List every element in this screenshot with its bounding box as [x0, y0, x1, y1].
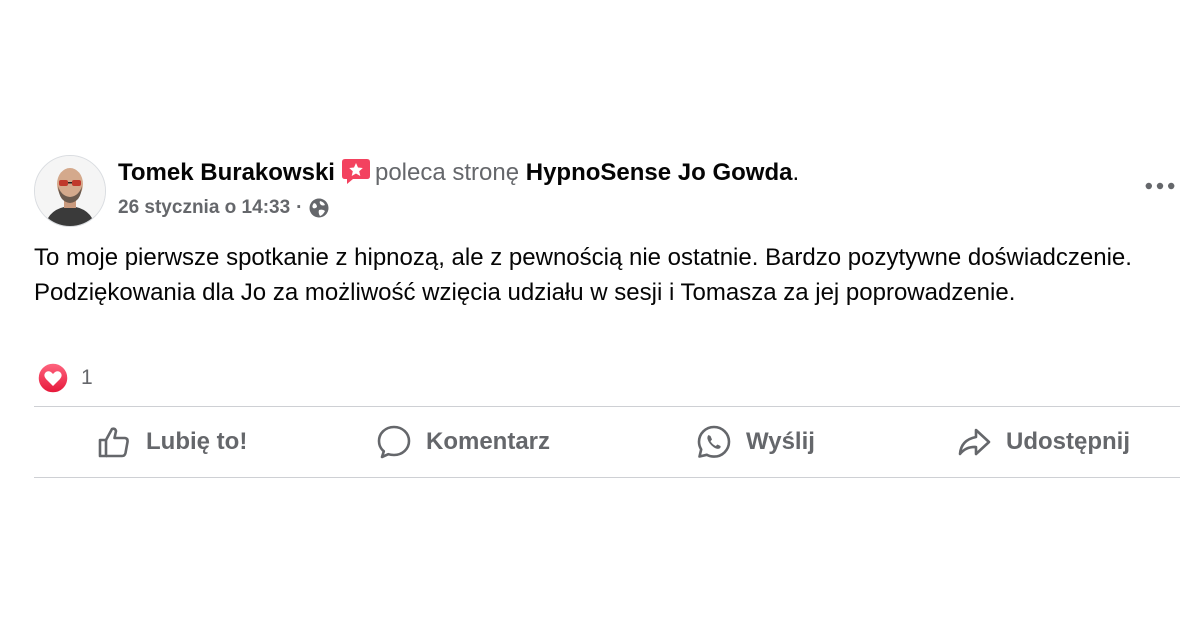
- avatar[interactable]: [34, 155, 106, 227]
- reaction-count: 1: [81, 366, 93, 389]
- share-label: Udostępnij: [1006, 428, 1130, 455]
- post-timestamp[interactable]: 26 stycznia o 14:33: [118, 195, 290, 221]
- send-label: Wyślij: [746, 428, 815, 455]
- love-reaction-icon: [37, 362, 69, 394]
- page-name-link[interactable]: HypnoSense Jo Gowda: [526, 159, 793, 186]
- post-card: Tomek Burakowski poleca stronę HypnoSens…: [0, 0, 1200, 630]
- comment-button[interactable]: Komentarz: [376, 408, 550, 476]
- page-suffix: .: [792, 159, 800, 186]
- like-label: Lubię to!: [146, 428, 248, 455]
- like-button[interactable]: Lubię to!: [96, 408, 247, 476]
- avatar-image: [35, 156, 105, 226]
- post-meta: 26 stycznia o 14:33 ·: [118, 195, 330, 221]
- share-button[interactable]: Udostępnij: [956, 408, 1130, 476]
- post-body-text: To moje pierwsze spotkanie z hipnozą, al…: [34, 244, 1132, 306]
- ellipsis-icon: [1145, 182, 1175, 190]
- post-header: Tomek Burakowski poleca stronę HypnoSens…: [118, 157, 799, 188]
- comment-label: Komentarz: [426, 428, 551, 455]
- thumbs-up-icon: [98, 427, 129, 458]
- whatsapp-icon: [697, 425, 731, 458]
- author-name[interactable]: Tomek Burakowski: [118, 159, 335, 186]
- share-arrow-icon: [958, 428, 991, 456]
- reactions-summary[interactable]: 1: [37, 362, 93, 394]
- globe-icon[interactable]: [308, 197, 330, 219]
- divider-top: [34, 406, 1180, 407]
- comment-bubble-icon: [377, 425, 411, 459]
- more-options-button[interactable]: [1140, 172, 1180, 200]
- recommends-text: poleca stronę: [374, 159, 520, 186]
- divider-bottom: [34, 477, 1180, 478]
- recommend-star-icon: [341, 157, 371, 185]
- send-button[interactable]: Wyślij: [696, 408, 815, 476]
- meta-separator: ·: [296, 197, 303, 218]
- action-bar: Lubię to! Komentarz Wyślij Udostępnij: [34, 408, 1180, 476]
